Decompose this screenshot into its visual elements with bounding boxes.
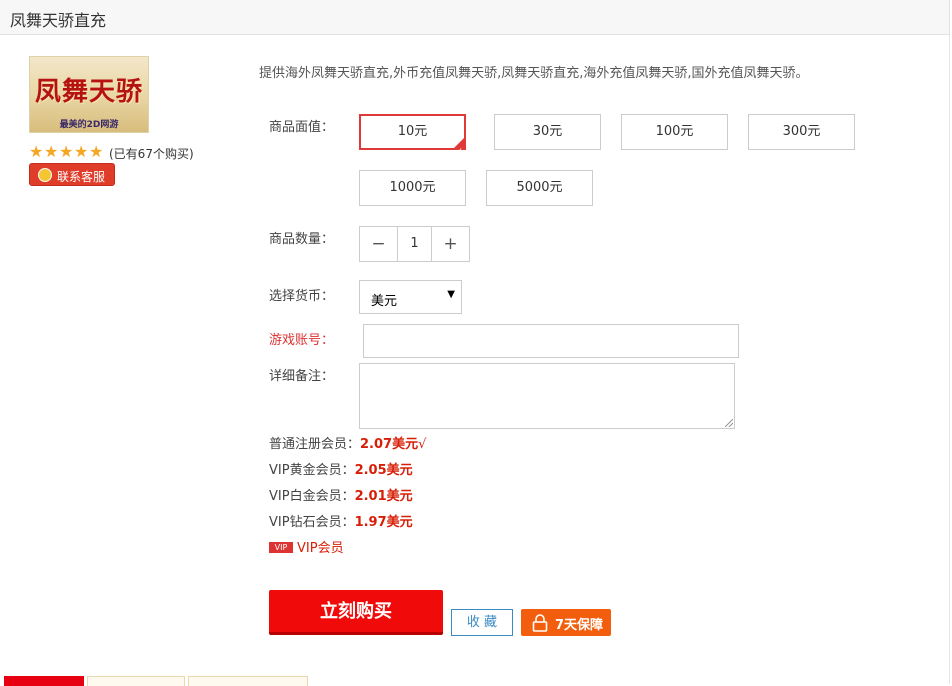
price-row-gold: VIP黄金会员：2.05美元	[269, 459, 413, 478]
notes-textarea[interactable]	[359, 363, 735, 429]
denomination-option[interactable]: 1000元	[359, 170, 466, 206]
star-icon: ★	[44, 142, 59, 161]
tab-2[interactable]	[87, 676, 185, 686]
tab-1[interactable]	[4, 676, 84, 686]
game-logo: 凤舞天骄 最美的2D网游	[29, 56, 149, 133]
denomination-option[interactable]: 5000元	[486, 170, 593, 206]
denomination-option-label: 100元	[655, 124, 694, 139]
vip-member-label: VIP会员	[297, 541, 344, 556]
notes-label: 详细备注：	[269, 369, 335, 384]
price-row-platinum: VIP白金会员：2.01美元	[269, 485, 413, 504]
quantity-stepper: − 1 +	[359, 226, 470, 262]
purchase-count: (已有67个购买)	[109, 147, 194, 161]
price-value: 1.97美元	[354, 515, 413, 530]
star-icon: ★	[89, 142, 104, 161]
buy-now-button[interactable]: 立刻购买	[269, 590, 443, 635]
quantity-decrease-button[interactable]: −	[360, 227, 398, 261]
resize-grip-icon[interactable]	[725, 419, 733, 427]
logo-subtitle: 最美的2D网游	[59, 120, 119, 130]
favorite-button[interactable]: 收 藏	[451, 609, 513, 636]
denomination-option-label: 30元	[532, 124, 563, 139]
price-tier-label: VIP钻石会员：	[269, 515, 355, 530]
seven-day-guarantee-button[interactable]: 7天保障	[521, 609, 611, 636]
vip-member-link[interactable]: VIP VIP会员	[269, 537, 344, 556]
price-value: 2.07美元	[360, 437, 419, 452]
price-tier-label: VIP黄金会员：	[269, 463, 355, 478]
price-tier-label: VIP白金会员：	[269, 489, 355, 504]
account-label: 游戏账号：	[269, 333, 335, 348]
currency-selected-value: 美元	[371, 294, 398, 309]
currency-select[interactable]: 美元 ▼	[359, 280, 462, 314]
star-rating: ★ ★ ★ ★ ★	[29, 143, 104, 161]
game-account-input[interactable]	[363, 324, 739, 358]
denomination-option[interactable]: 300元	[748, 114, 855, 150]
price-value: 2.01美元	[354, 489, 413, 504]
contact-service-button[interactable]: 联系客服	[29, 163, 115, 186]
currency-label: 选择货币：	[269, 289, 335, 304]
tab-3[interactable]	[188, 676, 308, 686]
quantity-increase-button[interactable]: +	[431, 227, 469, 261]
denomination-label: 商品面值：	[269, 120, 335, 135]
chat-icon	[38, 168, 52, 182]
star-icon: ★	[59, 142, 74, 161]
product-description: 提供海外凤舞天骄直充,外币充值凤舞天骄,凤舞天骄直充,海外充值凤舞天骄,国外充值…	[259, 66, 809, 81]
denomination-option-label: 5000元	[516, 180, 563, 195]
logo-text: 凤舞天骄	[34, 77, 143, 107]
star-icon: ★	[74, 142, 89, 161]
dropdown-caret-icon: ▼	[447, 289, 455, 300]
denomination-option-label: 1000元	[389, 180, 436, 195]
quantity-input[interactable]: 1	[397, 227, 432, 261]
quantity-label: 商品数量：	[269, 232, 335, 247]
denomination-option-label: 10元	[397, 124, 428, 139]
price-tier-label: 普通注册会员：	[269, 437, 361, 452]
check-icon: ✓	[455, 147, 463, 157]
contact-service-label: 联系客服	[57, 170, 106, 184]
denomination-option[interactable]: 10元 ✓	[359, 114, 466, 157]
denomination-option[interactable]: 100元	[621, 114, 728, 150]
page-title: 凤舞天骄直充	[10, 11, 107, 30]
guarantee-label: 7天保障	[555, 618, 604, 633]
star-icon: ★	[29, 142, 44, 161]
current-tier-check-icon: √	[418, 437, 427, 452]
denomination-option-label: 300元	[782, 124, 821, 139]
vip-badge-icon: VIP	[269, 542, 293, 553]
price-row-diamond: VIP钻石会员：1.97美元	[269, 511, 413, 530]
price-row-regular: 普通注册会员：2.07美元√	[269, 433, 426, 452]
denomination-option[interactable]: 30元	[494, 114, 601, 150]
lock-icon	[532, 614, 548, 632]
price-value: 2.05美元	[354, 463, 413, 478]
title-bar: 凤舞天骄直充	[0, 0, 950, 35]
panel-border	[949, 35, 950, 684]
